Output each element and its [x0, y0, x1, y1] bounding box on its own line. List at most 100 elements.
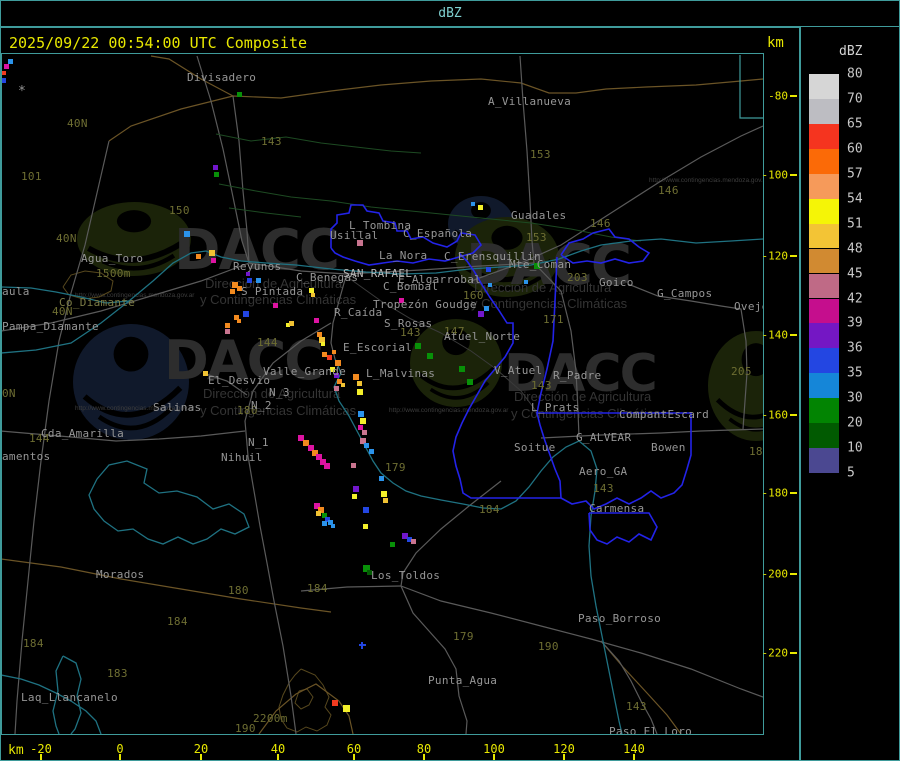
place-label: L_Malvinas: [366, 367, 435, 380]
x-axis-tick: [40, 754, 42, 760]
stream-line: [215, 133, 422, 154]
legend-value-label: 80: [847, 66, 863, 82]
radar-echo-pixel: [209, 250, 215, 256]
place-label: A_Villanueva: [488, 95, 571, 108]
legend-value-label: 35: [847, 365, 863, 381]
place-label: Reyunos: [233, 260, 281, 273]
radar-echo-pixel: [8, 59, 13, 64]
legend-color-block: [809, 198, 839, 224]
radar-echo-pixel: [196, 254, 201, 259]
place-label: Aero_GA: [579, 465, 628, 478]
route-number-label: 146: [658, 184, 679, 197]
radar-echo-pixel: [184, 231, 190, 237]
place-label: C_Española: [403, 227, 472, 240]
radar-echo-pixel: [327, 355, 332, 360]
timestamp-label: 2025/09/22 00:54:00 UTC Composite: [9, 34, 308, 52]
route-number-label: 190: [538, 640, 559, 653]
title-bar: dBZ: [1, 1, 899, 28]
place-label: Divisadero: [187, 71, 256, 84]
x-axis-tick: [277, 754, 279, 760]
place-label: Pampa_Diamante: [2, 320, 99, 333]
radar-echo-pixel: [237, 92, 242, 97]
coverage-boundary-line: [739, 55, 763, 119]
radar-echo-pixel: [358, 425, 363, 430]
y-axis-tick-label: -160: [761, 408, 789, 422]
radar-map-canvas: DACCDACCDACCDACCDirección de Agricultura…: [2, 55, 763, 734]
radar-echo-pixel: [478, 311, 484, 317]
stream-line: [228, 207, 302, 218]
road-line: [540, 428, 763, 439]
route-number-label: 153: [526, 231, 547, 244]
radar-echo-pixel: [358, 411, 364, 417]
y-axis-tick: [790, 492, 797, 494]
route-number-label: 184: [23, 637, 44, 650]
radar-echo-pixel: [427, 353, 433, 359]
route-line: [2, 558, 332, 613]
route-number-label: 144: [257, 336, 278, 349]
place-label: N_3: [269, 386, 290, 399]
radar-echo-pixel: [334, 386, 339, 391]
radar-echo-pixel: [357, 389, 363, 395]
legend-color-block: [809, 74, 839, 99]
route-number-label: 40N: [56, 232, 77, 245]
x-axis-tick: [423, 754, 425, 760]
radar-echo-pixel: [225, 329, 230, 334]
place-label: Co_Diamante: [59, 296, 135, 309]
route-line: [108, 95, 234, 142]
route-number-label: 1500m: [96, 267, 131, 280]
place-label: S_Rosas: [384, 317, 432, 330]
y-axis-tick-label: -200: [761, 567, 789, 581]
km-unit-label: km: [767, 35, 784, 51]
x-axis-tick: [633, 754, 635, 760]
route-number-label: 184: [167, 615, 188, 628]
legend-value-label: 42: [847, 291, 863, 306]
legend-color-block: [809, 98, 839, 124]
radar-echo-pixel: [360, 418, 366, 424]
route-number-label: 153: [530, 148, 551, 161]
place-label: Mte_Coman: [509, 258, 571, 271]
radar-echo-pixel: [322, 352, 327, 357]
radar-echo-pixel: [309, 288, 314, 293]
place-label: E_Escorial: [343, 341, 412, 354]
y-axis-tick: [790, 95, 797, 97]
place-label: CompantEscard: [619, 408, 709, 421]
route-number-label: 143: [593, 482, 614, 495]
y-axis-tick: [790, 573, 797, 575]
radar-app-window: dBZ 2025/09/22 00:54:00 UTC Composite km…: [0, 0, 900, 761]
radar-echo-pixel: [214, 172, 219, 177]
legend-value-label: 65: [847, 116, 863, 132]
radar-echo-pixel: [363, 507, 369, 513]
route-number-label: 40N: [67, 117, 88, 130]
place-label: Morados: [96, 568, 144, 581]
radar-echo-pixel: [332, 700, 338, 706]
place-label: Los_Toldos: [371, 569, 440, 582]
route-number-label: 18: [749, 445, 763, 458]
legend-color-block: [809, 273, 839, 299]
legend-color-block: [809, 448, 839, 473]
route-number-label: 143: [626, 700, 647, 713]
y-axis-tick: [790, 255, 797, 257]
radar-echo-pixel: [321, 342, 325, 346]
legend-value-label: 36: [847, 340, 863, 356]
place-label: N_1: [248, 436, 269, 449]
place-label: G_Campos: [657, 287, 712, 300]
place-label: Paso El Loro: [609, 725, 692, 734]
x-axis-tick: [119, 754, 121, 760]
place-label: Paso_Borroso: [578, 612, 661, 625]
radar-point-marker: [359, 642, 366, 649]
place-label: Guadales: [511, 209, 566, 222]
legend-color-block: [809, 148, 839, 174]
place-label: La_Nora: [379, 249, 427, 262]
place-label: L_Prats: [531, 401, 579, 414]
radar-echo-pixel: [353, 486, 359, 492]
radar-echo-pixel: [331, 524, 335, 528]
y-axis-tick-label: -120: [761, 249, 789, 263]
legend-color-block: [809, 423, 839, 449]
map-contour-line: [294, 688, 314, 710]
y-axis-tick: [790, 174, 797, 176]
place-label: C_Bombal: [383, 280, 438, 293]
place-label: Atuel_Norte: [444, 330, 520, 343]
radar-echo-pixel: [471, 202, 475, 206]
legend-value-label: 70: [847, 91, 863, 107]
route-number-label: 184: [307, 582, 328, 595]
